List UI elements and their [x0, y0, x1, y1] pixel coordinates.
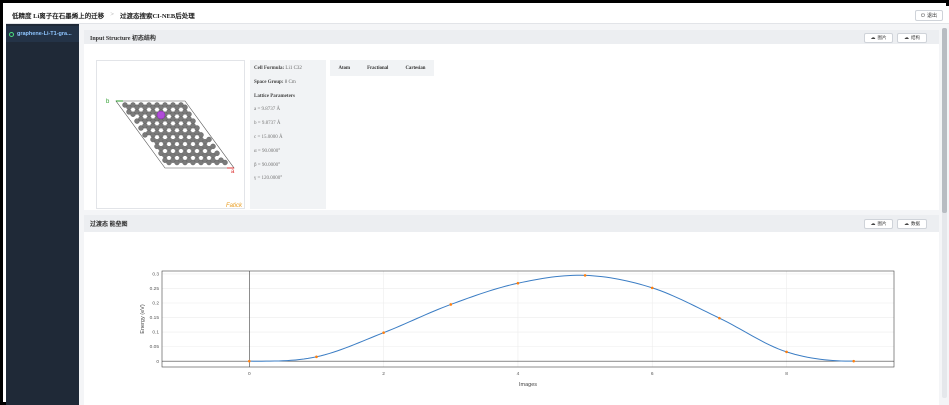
- space-group-value: 8 Cm: [284, 79, 296, 85]
- exit-icon: ⏻: [921, 13, 925, 19]
- energy-point[interactable]: [449, 303, 453, 306]
- image-button-label: 图片: [877, 35, 887, 40]
- energy-image-button[interactable]: ☁ 图片: [864, 219, 893, 229]
- sidebar: graphene-Li-T1-gra...: [6, 24, 79, 405]
- energy-point[interactable]: [852, 359, 856, 363]
- carbon-atom: [214, 150, 220, 157]
- sidebar-item-label: graphene-Li-T1-gra...: [17, 31, 72, 37]
- space-group-row: Space Group: 8 Cm: [254, 80, 326, 94]
- lattice-beta: β = 90.0000°: [254, 162, 281, 168]
- energy-data-button-label: 数据: [911, 221, 920, 226]
- energy-point[interactable]: [382, 331, 385, 334]
- exit-label: 退出: [926, 14, 937, 19]
- atom-column[interactable]: Atom: [339, 66, 350, 71]
- data-download-icon: ☁: [904, 222, 909, 227]
- cell-formula-row: Cell Formula: Li1 C32: [254, 66, 326, 80]
- app-frame: 低精度 Li离子在石墨烯上的迁移 > 过渡态搜索CI-NEB后处理 ⏻ 退出 g…: [0, 0, 949, 405]
- carbon-atom: [222, 159, 228, 166]
- structure-button[interactable]: ☁ 结构: [897, 33, 927, 43]
- y-tick-label: 0.1: [152, 330, 159, 336]
- structure-icon: [9, 31, 14, 37]
- structure-button-label: 结构: [911, 35, 920, 40]
- main-content: Input Structure 初态结构 ☁ 图片 ☁ 结构 b a Fatic…: [79, 24, 949, 405]
- x-axis-label: Images: [519, 382, 537, 388]
- carbon-atom: [198, 132, 204, 138]
- structure-card: Input Structure 初态结构 ☁ 图片 ☁ 结构 b a Fatic…: [84, 30, 939, 210]
- cell-formula-label: Cell Formula:: [254, 66, 285, 71]
- energy-point[interactable]: [315, 355, 318, 359]
- y-tick-label: 0.2: [152, 301, 159, 307]
- carbon-atom: [186, 111, 192, 117]
- y-tick-label: 0: [156, 359, 159, 365]
- energy-card-header: 过渡态 能垒图: [84, 215, 939, 232]
- carbon-atom: [194, 125, 200, 131]
- image-download-icon: ☁: [870, 222, 876, 227]
- scrollbar-thumb[interactable]: [942, 28, 947, 213]
- energy-image-button-label: 图片: [877, 221, 887, 226]
- lattice-alpha: α = 90.0000°: [254, 148, 281, 154]
- y-tick-label: 0.15: [150, 315, 160, 321]
- lattice-c: c = 15.0000 Å: [254, 134, 283, 140]
- main-scrollbar[interactable]: [942, 28, 947, 398]
- breadcrumb-separator: >: [110, 11, 114, 18]
- structure-viewer[interactable]: b a Fatick: [96, 60, 245, 209]
- energy-data-button[interactable]: ☁ 数据: [897, 219, 927, 229]
- plot-frame: [161, 270, 895, 368]
- energy-card-title: 过渡态 能垒图: [90, 222, 128, 228]
- energy-point[interactable]: [785, 350, 788, 354]
- carbon-atom: [206, 136, 212, 143]
- atom-table-header: Atom Fractional Cartesian: [330, 60, 434, 76]
- energy-point[interactable]: [516, 281, 520, 285]
- carbon-atom: [190, 118, 196, 124]
- lattice-gamma: γ = 120.0000°: [254, 176, 283, 182]
- energy-point[interactable]: [248, 359, 251, 363]
- exit-button[interactable]: ⏻ 退出: [915, 10, 943, 21]
- b-axis-label: b: [106, 99, 110, 105]
- viewer-brand: Fatick: [226, 203, 243, 209]
- energy-point[interactable]: [718, 316, 721, 320]
- y-tick-label: 0.05: [150, 344, 160, 350]
- energy-card: 过渡态 能垒图 ☁ 图片 ☁ 数据 0 2 4 6 8 0 0.05 0.1 0.15 0.2 0.…: [84, 215, 939, 405]
- fractional-column[interactable]: Fractional: [367, 66, 388, 71]
- x-tick-label: 6: [651, 371, 654, 377]
- lattice-a: a = 9.8737 Å: [254, 107, 281, 113]
- energy-point[interactable]: [650, 286, 654, 290]
- image-button[interactable]: ☁ 图片: [864, 33, 893, 43]
- carbon-atom: [182, 104, 188, 110]
- breadcrumb-current: 过渡态搜索CI-NEB后处理: [119, 12, 195, 20]
- y-tick-label: 0.25: [150, 286, 160, 292]
- x-tick-label: 0: [248, 371, 251, 377]
- sidebar-item-structure[interactable]: graphene-Li-T1-gra...: [6, 26, 79, 42]
- cell-info-panel: Cell Formula: Li1 C32 Space Group: 8 Cm …: [250, 60, 326, 209]
- x-tick-label: 2: [382, 371, 385, 377]
- cell-formula-value: Li1 C32: [285, 66, 302, 71]
- space-group-label: Space Group:: [254, 79, 284, 85]
- structure-card-title: Input Structure 初态结构: [90, 35, 156, 42]
- energy-barrier-chart[interactable]: 0 2 4 6 8 0 0.05 0.1 0.15 0.2 0.25 0.3 Images Energ…: [84, 232, 939, 405]
- y-axis-label: Energy (eV): [140, 304, 146, 334]
- lattice-b: b = 9.8737 Å: [254, 121, 281, 127]
- structure-card-header: Input Structure 初态结构: [84, 30, 939, 44]
- cartesian-column[interactable]: Cartesian: [405, 66, 425, 71]
- top-bar: 低精度 Li离子在石墨烯上的迁移 > 过渡态搜索CI-NEB后处理 ⏻ 退出: [6, 6, 949, 24]
- structure-download-icon: ☁: [904, 36, 909, 41]
- crystal-structure: b a Fatick: [106, 99, 243, 209]
- y-tick-label: 0.3: [152, 272, 159, 278]
- carbon-atom: [210, 143, 216, 150]
- x-tick-label: 8: [785, 371, 788, 377]
- image-download-icon: ☁: [870, 36, 876, 41]
- energy-point[interactable]: [583, 274, 587, 277]
- breadcrumb-project[interactable]: 低精度 Li离子在石墨烯上的迁移: [12, 10, 104, 20]
- x-tick-label: 4: [517, 371, 520, 377]
- a-axis-label: a: [231, 169, 235, 175]
- lithium-atom: [156, 110, 166, 120]
- lattice-title: Lattice Parameters: [254, 93, 295, 99]
